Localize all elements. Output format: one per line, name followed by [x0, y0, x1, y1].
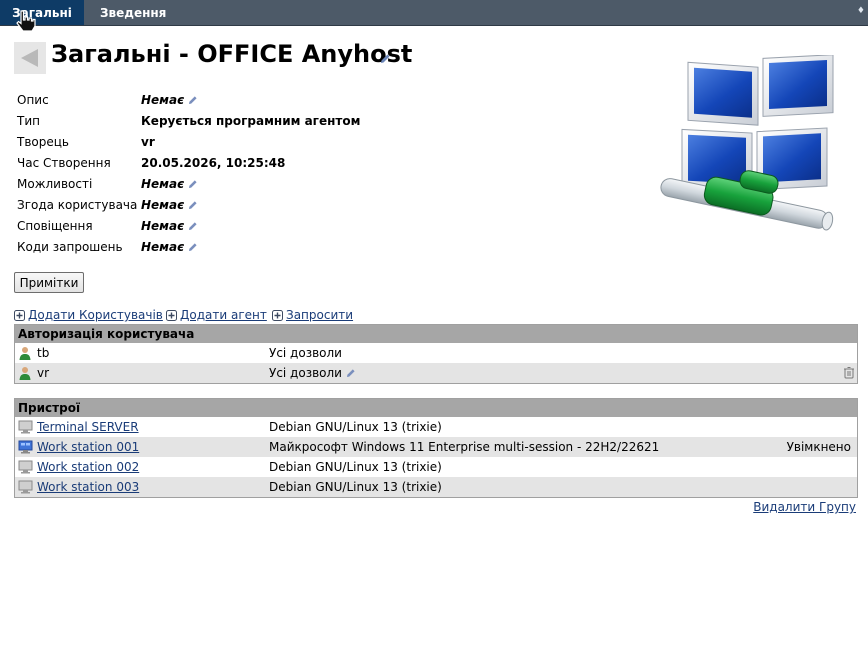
notes-button[interactable]: Примітки: [14, 272, 84, 293]
property-label: Згода користувача: [17, 198, 138, 212]
linux-server-icon: [18, 480, 33, 494]
device-row: Work station 002 Debian GNU/Linux 13 (tr…: [15, 457, 857, 477]
device-os: Debian GNU/Linux 13 (trixie): [269, 420, 442, 434]
device-name-link[interactable]: Terminal SERVER: [37, 417, 139, 437]
user-rights: Усі дозволи: [269, 363, 356, 383]
property-value: Немає: [141, 91, 198, 109]
property-features: Можливості Немає: [17, 175, 417, 196]
add-agent-link[interactable]: Додати агент: [166, 308, 267, 322]
property-type: Тип Керується програмним агентом: [17, 112, 417, 133]
device-name-link[interactable]: Work station 003: [37, 477, 139, 497]
property-notifications: Сповіщення Немає: [17, 217, 417, 238]
property-creator: Творець vr: [17, 133, 417, 154]
property-label: Можливості: [17, 177, 93, 191]
property-invite-codes: Коди запрошень Немає: [17, 238, 417, 259]
property-value: 20.05.2026, 10:25:48: [141, 156, 286, 170]
edit-pencil-icon[interactable]: [188, 200, 198, 210]
device-name-link[interactable]: Work station 002: [37, 457, 139, 477]
windows-desktop-icon: [18, 440, 33, 454]
back-arrow-icon: [21, 49, 38, 67]
edit-pencil-icon[interactable]: [188, 221, 198, 231]
user-rights: Усі дозволи: [269, 346, 342, 360]
device-row: Terminal SERVER Debian GNU/Linux 13 (tri…: [15, 417, 857, 437]
device-os: Майкрософт Windows 11 Enterprise multi-s…: [269, 440, 660, 454]
property-label: Опис: [17, 93, 49, 107]
delete-group-link[interactable]: Видалити Групу: [753, 500, 856, 514]
trash-icon[interactable]: [843, 366, 855, 379]
property-value: vr: [141, 135, 155, 149]
property-value: Немає: [141, 196, 198, 214]
plus-icon: [272, 310, 283, 321]
user-icon: [19, 367, 31, 380]
invite-link[interactable]: Запросити: [272, 308, 353, 322]
device-os: Debian GNU/Linux 13 (trixie): [269, 480, 442, 494]
device-group-network-icon: [660, 55, 834, 231]
device-os: Debian GNU/Linux 13 (trixie): [269, 460, 442, 474]
top-navigation-bar: Загальні Зведення ♦: [0, 0, 868, 26]
user-name: vr: [37, 366, 50, 380]
edit-pencil-icon[interactable]: [188, 179, 198, 189]
page-title: Загальні - OFFICE Anyhost: [51, 40, 413, 68]
plus-icon: [14, 310, 25, 321]
plus-icon: [166, 310, 177, 321]
edit-title-pencil-icon[interactable]: [379, 53, 391, 65]
linux-server-icon: [18, 460, 33, 474]
linux-server-icon: [18, 420, 33, 434]
user-authorization-panel: Авторизація користувача tb Усі дозволи v…: [14, 324, 858, 384]
property-creation-time: Час Створення 20.05.2026, 10:25:48: [17, 154, 417, 175]
property-label: Час Створення: [17, 156, 111, 170]
back-button[interactable]: [14, 42, 46, 74]
property-value: Немає: [141, 217, 198, 235]
property-label: Коди запрошень: [17, 240, 123, 254]
edit-pencil-icon[interactable]: [188, 95, 198, 105]
edit-pencil-icon[interactable]: [346, 368, 356, 378]
device-name-link[interactable]: Work station 001: [37, 437, 139, 457]
tab-summary[interactable]: Зведення: [100, 0, 166, 25]
property-value: Немає: [141, 238, 198, 256]
user-icon: [19, 347, 31, 360]
property-user-consent: Згода користувача Немає: [17, 196, 417, 217]
panel-header: Пристрої: [15, 399, 857, 417]
property-label: Сповіщення: [17, 219, 93, 233]
property-description: Опис Немає: [17, 91, 417, 112]
property-label: Творець: [17, 135, 69, 149]
property-value: Керується програмним агентом: [141, 114, 361, 128]
property-label: Тип: [17, 114, 40, 128]
user-row: vr Усі дозволи: [15, 363, 857, 383]
tab-general[interactable]: Загальні: [0, 0, 84, 25]
devices-panel: Пристрої Terminal SERVER Debian GNU/Linu…: [14, 398, 858, 498]
panel-header: Авторизація користувача: [15, 325, 857, 343]
property-value: Немає: [141, 175, 198, 193]
menu-diamond-icon[interactable]: ♦: [857, 6, 865, 16]
hand-cursor-icon: [16, 10, 36, 32]
device-row: Work station 003 Debian GNU/Linux 13 (tr…: [15, 477, 857, 497]
device-status: Увімкнено: [786, 440, 851, 454]
user-row: tb Усі дозволи: [15, 343, 857, 363]
user-name: tb: [37, 346, 50, 360]
device-row: Work station 001 Майкрософт Windows 11 E…: [15, 437, 857, 457]
edit-pencil-icon[interactable]: [188, 242, 198, 252]
add-users-link[interactable]: Додати Користувачів: [14, 308, 163, 322]
